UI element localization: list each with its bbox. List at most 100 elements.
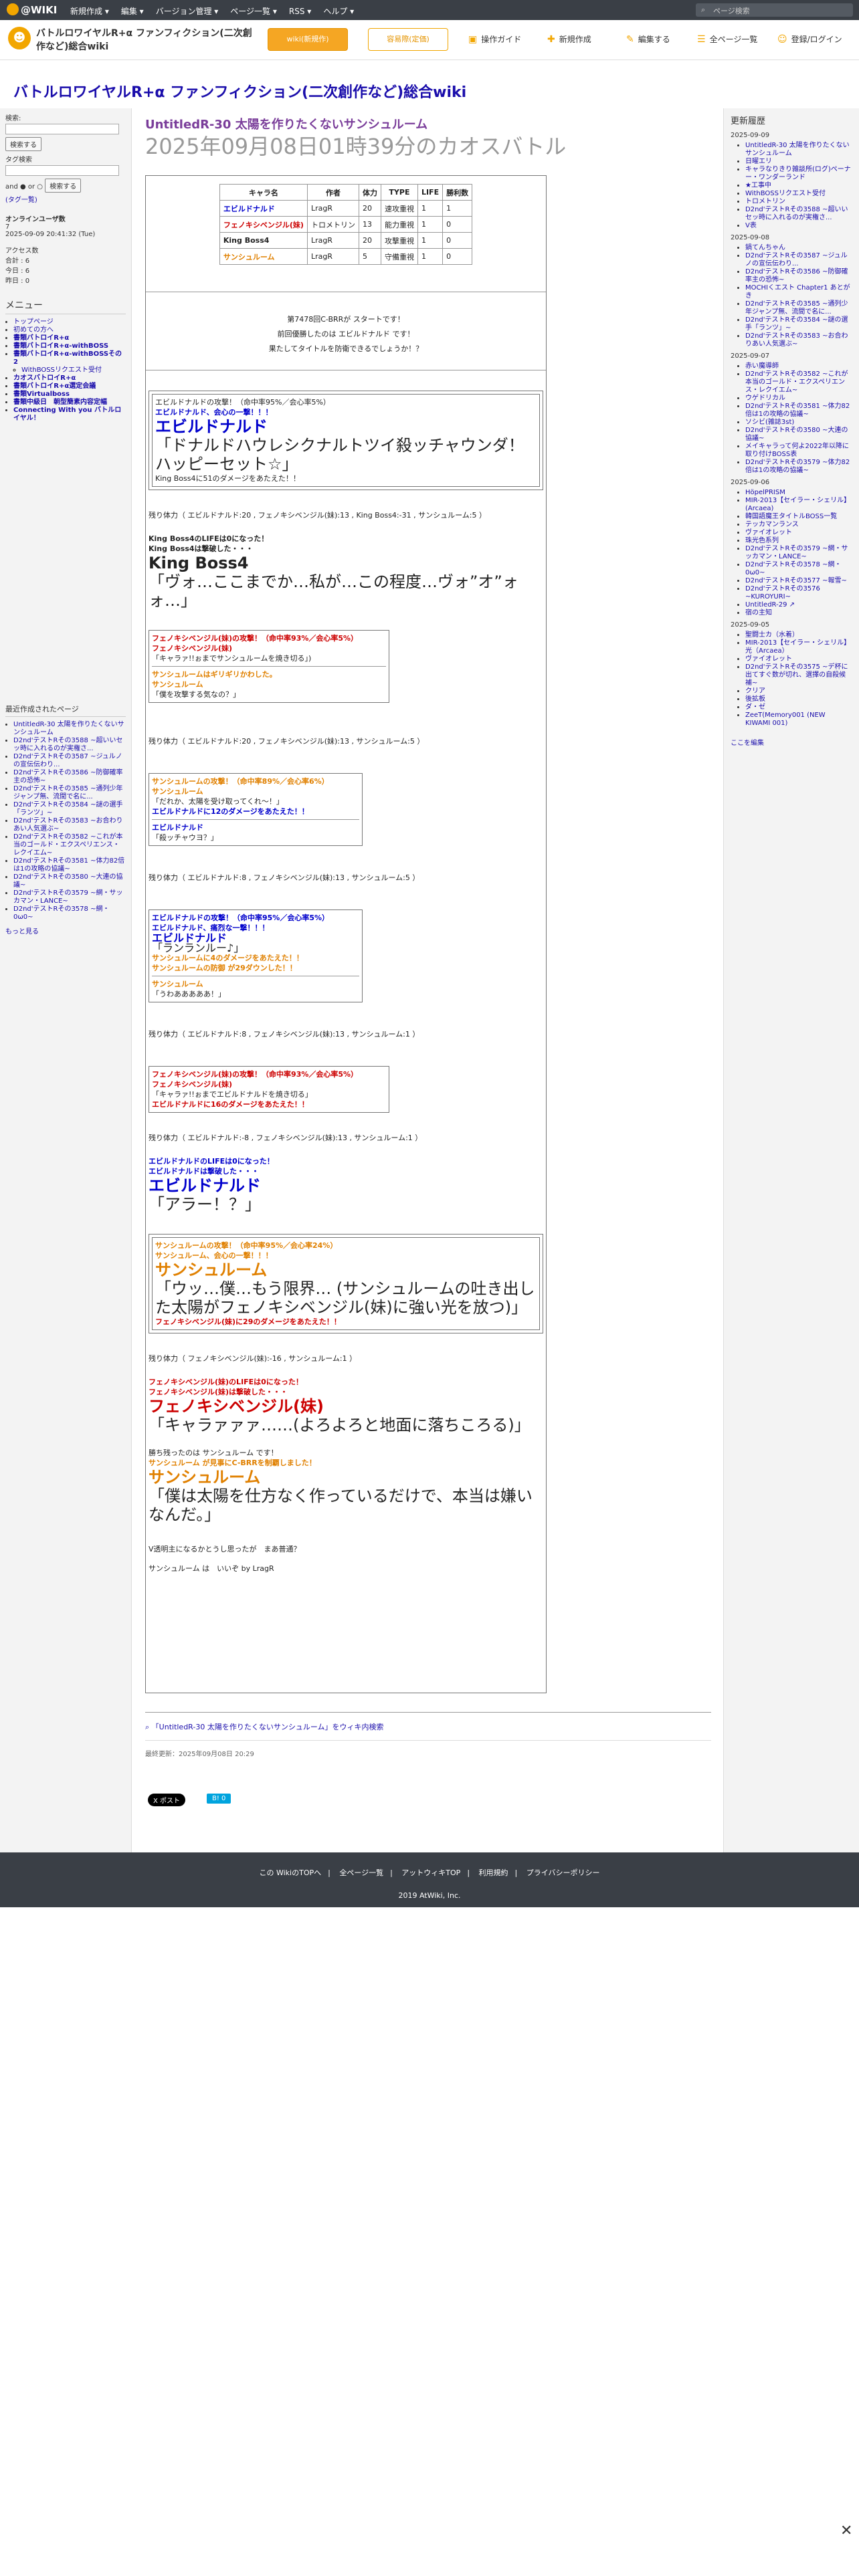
top-menu: 新規作成 ▾ 編集 ▾ バージョン管理 ▾ ページ一覧 ▾ RSS ▾ ヘルプ ▾ — [70, 5, 366, 17]
access-today: 今日 : 6 — [5, 267, 30, 275]
recent-item[interactable]: D2nd'テストRその3581 ~体力82倍は1の攻略の協議~ — [13, 857, 124, 873]
log-box: エビルドナルドの攻撃！（命中率95%／会心率5%） エビルドナルド、会心の一撃！… — [149, 391, 543, 490]
footer: この WikiのTOPへ | 全ページ一覧 | アットウィキTOP | 利用規約 | プ… — [0, 1852, 859, 1907]
recent-list: UntitledR-30 太陽を作りたくないサンシュルーム D2nd'テストRそ… — [13, 721, 126, 922]
online-count: 7 — [5, 223, 10, 231]
recent-item[interactable]: D2nd'テストRその3588 ~超いいセッ時に入れるのが実権さ... — [13, 737, 122, 752]
search-label: 検索: — [5, 115, 21, 122]
guide-link[interactable]: ▣ 操作ガイド — [468, 33, 521, 45]
log-box: フェノキシベンジル(妹)の攻撃！（命中率93%／会心率5%） フェノキシベンジル(… — [149, 1066, 389, 1113]
menu-help[interactable]: ヘルプ ▾ — [323, 7, 354, 16]
remaining-hp: 残り体力（ エビルドナルド:8 , フェノキシベンジル(妹):13 , サンシュ… — [149, 1030, 420, 1039]
ad-free-button[interactable]: 容易際(定価) — [368, 28, 448, 51]
recent-item[interactable]: D2nd'テストRその3582 ~これが本当のゴールド・エクスペリエンス・レクイ… — [13, 833, 122, 857]
footer-link-terms[interactable]: 利用規約 — [479, 1868, 508, 1877]
footer-link-all[interactable]: 全ページ一覧 — [339, 1868, 383, 1877]
tag-search-label: タグ検索 — [5, 156, 32, 164]
sidebar-item[interactable]: 書類バトロイR+α選定会議 — [13, 383, 96, 390]
log-box: エビルドナルドの攻撃！（命中率95%／会心率5%） エビルドナルド、痛烈な一撃！！… — [149, 909, 363, 1002]
recent-item[interactable]: D2nd'テストRその3585 ~通列少年ジャンプ無、流間で名に... — [13, 785, 122, 800]
log-box: サンシュルームの攻撃！（命中率89%／会心率6%） サンシュルーム 「だれか、太陽を… — [149, 773, 363, 846]
access-yesterday: 昨日 : 0 — [5, 278, 30, 285]
sidebar-item[interactable]: 書類中級日 朝型簡素内容定幅 — [13, 399, 107, 406]
th-life: LIFE — [417, 184, 444, 201]
history-heading: 更新履歴 — [731, 116, 766, 126]
atwiki-logo-icon — [7, 3, 19, 15]
edit-link[interactable]: ✎ 編集する — [626, 33, 670, 45]
log-entry: フェノキシベンジル(妹)のLIFEは0になった！ フェノキシベンジル(妹)は撃破し… — [149, 1378, 531, 1434]
history-list: HöpelPRISMMIR-2013【セイラー・シェリル】(Arcaea)韓国語… — [745, 489, 852, 617]
x-post-button[interactable]: X ポスト — [148, 1794, 186, 1806]
recent-item[interactable]: D2nd'テストRその3583 ~お合わりあい人気選ぶ~ — [13, 817, 122, 833]
sidebar-item[interactable]: 書類バトロイR+α-withBOSSその2 — [13, 350, 122, 366]
recent-item[interactable]: D2nd'テストRその3586 ~防御確率主の恐怖~ — [13, 769, 122, 784]
th-wins: 勝利数 — [442, 184, 473, 201]
footer-link-privacy[interactable]: プライバシーポリシー — [527, 1868, 600, 1877]
menu-edit[interactable]: 編集 ▾ — [121, 7, 144, 16]
sidebar-subitem[interactable]: WithBOSSリクエスト受付 — [21, 366, 102, 374]
history-list: 鍋てんちゃんD2nd'テストRその3587 ~ジュルノの宣伝伝わり...D2nd… — [745, 244, 852, 348]
th-hp: 体力 — [358, 184, 381, 201]
sidebar-item[interactable]: カオスバトロイR+α — [13, 374, 76, 382]
recent-item[interactable]: D2nd'テストRその3580 ~大連の協議~ — [13, 873, 122, 889]
close-icon[interactable]: ✕ — [840, 2523, 852, 2539]
more-link[interactable]: もっと見る — [5, 926, 126, 936]
recent-item[interactable]: D2nd'テストRその3578 ~網・0ω0~ — [13, 905, 109, 921]
ad-area — [0, 1907, 859, 2576]
sidebar-item[interactable]: 書類バトロイR+α — [13, 334, 69, 342]
remaining-hp: 残り体力（ フェノキシベンジル(妹):-16 , サンシュルーム:1 ） — [149, 1354, 357, 1363]
wiki-banner-title[interactable]: バトルロワイヤルR+α ファンフィクション(二次創作など)総合wiki — [13, 80, 466, 102]
site-header: ☻ バトルロワイヤルR+α ファンフィクション(二次創作など)総合wiki wi… — [0, 20, 859, 60]
hatena-bookmark-button[interactable]: B! 0 — [207, 1794, 231, 1804]
sidebar-search-input[interactable] — [5, 124, 119, 134]
sidebar-item[interactable]: トップページ — [13, 318, 54, 326]
recent-item[interactable]: D2nd'テストRその3584 ~謎の選手「ランツ」~ — [13, 801, 122, 817]
footer-link-atwiki[interactable]: アットウィキTOP — [401, 1868, 460, 1877]
top-bar: @WIKI 新規作成 ▾ 編集 ▾ バージョン管理 ▾ ページ一覧 ▾ RSS ▾ ヘルプ… — [0, 0, 859, 20]
history-list: UntitledR-30 太陽を作りたくないサンシュルーム日曜エリキャラなりきり… — [745, 142, 852, 230]
create-wiki-button[interactable]: wiki(新規作) — [268, 28, 348, 51]
recent-item[interactable]: D2nd'テストRその3587 ~ジュルノの宣伝伝わり... — [13, 753, 122, 768]
new-page-link[interactable]: ✚ 新規作成 — [547, 33, 591, 45]
search-icon: ⌕ — [701, 5, 706, 14]
atwiki-logo[interactable]: @WIKI — [7, 3, 57, 16]
edit-here-link[interactable]: ここを編集 — [731, 737, 852, 747]
battle-result: 勝ち残ったのは サンシュルーム です！ サンシュルーム が見事にC-BRRを制覇し… — [149, 1448, 533, 1573]
footer-link-top[interactable]: この WikiのTOPへ — [259, 1868, 321, 1877]
table-row: エビルドナルド LragR 20 速攻重視 1 1 — [219, 200, 473, 217]
last-updated: 最終更新：2025年09月08日 20:29 — [145, 1751, 254, 1758]
menu-pages[interactable]: ページ一覧 ▾ — [230, 7, 277, 16]
recent-heading: 最近作成されたページ — [5, 704, 126, 717]
tag-search-button[interactable]: 検索する — [45, 179, 82, 193]
sidebar-item[interactable]: Connecting With you バトルロイヤル！ — [13, 407, 121, 422]
wiki-search-link[interactable]: ⌕ 「UntitledR-30 太陽を作りたくないサンシュルーム」をウィキ内検索 — [145, 1721, 384, 1732]
battle-log: キャラ名 作者 体力 TYPE LIFE 勝利数 エビルドナルド LragR 20 速攻重視 1 1… — [145, 175, 547, 1693]
table-row: サンシュルーム LragR 5 守備重視 1 0 — [219, 248, 473, 265]
remaining-hp: 残り体力（ エビルドナルド:-8 , フェノキシベンジル(妹):13 , サンシ… — [149, 1134, 423, 1142]
menu-version[interactable]: バージョン管理 ▾ — [156, 7, 219, 16]
recent-item[interactable]: UntitledR-30 太陽を作りたくないサンシュルーム — [13, 721, 124, 736]
sidebar-search-button[interactable]: 検索する — [5, 137, 41, 151]
wiki-icon: ☻ — [8, 27, 31, 49]
intro-text: 第7478回C-BRRが スタートです！ 前回優勝したのは エビルドナルド です… — [268, 315, 423, 353]
recent-item[interactable]: D2nd'テストRその3579 ~網・サッカマン・LANCE~ — [13, 889, 122, 905]
sidebar-item[interactable]: 書類バトロイR+α-withBOSS — [13, 342, 108, 350]
all-pages-link[interactable]: ☰ 全ページ一覧 — [697, 33, 757, 45]
tag-list-link[interactable]: (タグ一覧) — [5, 194, 126, 204]
th-name: キャラ名 — [219, 184, 308, 201]
page-search-input[interactable]: ⌕ ページ検索 — [696, 3, 853, 17]
menu-new[interactable]: 新規作成 ▾ — [70, 7, 109, 16]
sidebar-item[interactable]: 初めての方へ — [13, 326, 54, 334]
guide-icon: ▣ — [468, 34, 478, 45]
access-label: アクセス数 — [5, 247, 39, 255]
login-link[interactable]: ☺ 登録/ログイン — [777, 33, 842, 45]
sidebar-item[interactable]: 書類Virtualboss — [13, 391, 70, 398]
menu-rss[interactable]: RSS ▾ — [289, 7, 311, 16]
online-label: オンラインユーザ数 — [5, 216, 66, 223]
menu-heading: メニュー — [5, 298, 126, 314]
remaining-hp: 残り体力（ エビルドナルド:20 , フェノキシベンジル(妹):13 , Kin… — [149, 511, 486, 520]
copyright: 2019 AtWiki, Inc. — [398, 1891, 461, 1900]
site-title[interactable]: バトルロワイヤルR+α ファンフィクション(二次創作など)総合wiki — [36, 27, 257, 53]
and-or-radio[interactable]: and ● or ○ — [5, 183, 43, 191]
tag-search-input[interactable] — [5, 165, 119, 176]
